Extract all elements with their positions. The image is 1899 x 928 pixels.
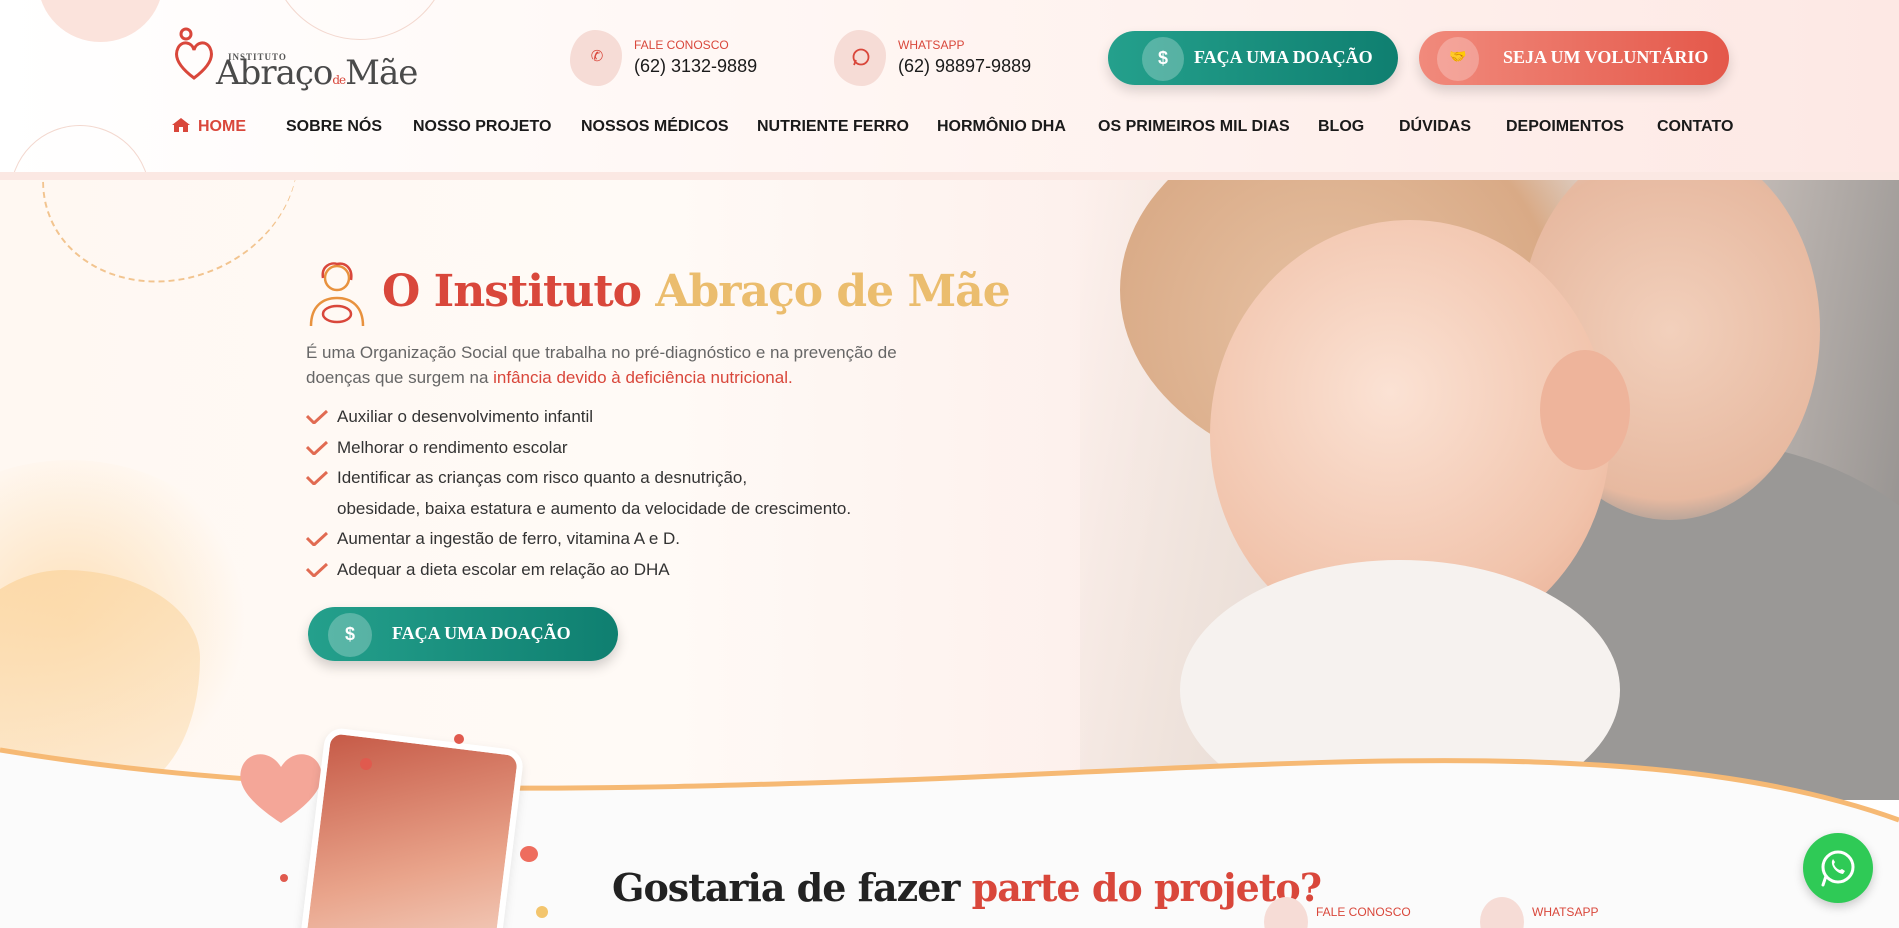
decorative-dot [454, 734, 464, 744]
list-item-text: Adequar a dieta escolar em relação ao DH… [337, 559, 670, 579]
mother-hug-icon [309, 262, 365, 327]
list-item: Adequar a dieta escolar em relação ao DH… [306, 555, 946, 586]
list-item-continuation: obesidade, baixa estatura e aumento da v… [306, 494, 946, 525]
phone-number: (62) 3132-9889 [634, 56, 758, 76]
header-whatsapp-contact[interactable]: WHATSAPP (62) 98897-9889 [834, 26, 1044, 90]
site-header: INSTITUTO AbraçodeMãe ✆ FALE CONOSCO (62… [0, 0, 1899, 172]
hero-description-highlight: infância devido à deficiência nutriciona… [493, 368, 793, 387]
hero-donate-button-label: FAÇA UMA DOAÇÃO [392, 623, 571, 643]
list-item-text: Auxiliar o desenvolvimento infantil [337, 407, 594, 426]
logo-brand-text: AbraçodeMãe [216, 53, 418, 93]
decorative-dashed-curve [10, 180, 330, 318]
check-icon [306, 562, 328, 577]
phone-icon: ✆ [570, 30, 622, 86]
header-phone-contact[interactable]: ✆ FALE CONOSCO (62) 3132-9889 [570, 26, 770, 90]
nav-item-primeiros-mil-dias[interactable]: OS PRIMEIROS MIL DIAS [1098, 118, 1290, 136]
donate-button[interactable]: $ FAÇA UMA DOAÇÃO [1108, 31, 1398, 85]
nav-item-home[interactable]: HOME [172, 118, 246, 136]
nav-item-nosso-projeto[interactable]: NOSSO PROJETO [413, 118, 551, 136]
check-icon [306, 440, 328, 455]
volunteer-button-label: SEJA UM VOLUNTÁRIO [1503, 47, 1709, 67]
whatsapp-icon [1480, 897, 1524, 928]
phone-label: FALE CONOSCO [634, 38, 729, 52]
check-icon [306, 410, 328, 424]
lower-phone-label: FALE CONOSCO [1316, 905, 1411, 919]
floating-whatsapp-button[interactable] [1803, 833, 1873, 903]
decorative-dot [360, 758, 372, 770]
hero-title-part1: O Instituto [382, 266, 642, 317]
whatsapp-icon [1821, 850, 1855, 887]
list-item-text: Melhorar o rendimento escolar [337, 437, 568, 457]
handshake-icon: 🤝 [1437, 37, 1479, 81]
list-item: Aumentar a ingestão de ferro, vitamina A… [306, 524, 946, 555]
list-item-text: Aumentar a ingestão de ferro, vitamina A… [337, 529, 681, 548]
lower-whatsapp-label: WHATSAPP [1532, 905, 1599, 919]
dollar-icon: $ [328, 613, 372, 657]
site-logo[interactable]: INSTITUTO AbraçodeMãe [172, 26, 422, 93]
decorative-dot [536, 906, 548, 918]
nav-item-duvidas[interactable]: DÚVIDAS [1399, 118, 1471, 136]
nav-item-hormonio-dha[interactable]: HORMÔNIO DHA [937, 118, 1066, 136]
hero-donate-button[interactable]: $ FAÇA UMA DOAÇÃO [308, 607, 618, 661]
list-item-text: obesidade, baixa estatura e aumento da v… [337, 498, 852, 518]
lower-whatsapp-contact[interactable]: WHATSAPP [1480, 897, 1630, 928]
nav-item-nossos-medicos[interactable]: NOSSOS MÉDICOS [581, 118, 729, 136]
nav-item-sobre-nos[interactable]: SOBRE NÓS [286, 118, 382, 136]
header-divider [0, 172, 1899, 180]
decorative-dot [520, 846, 538, 862]
phone-icon [1264, 897, 1308, 928]
lower-section-title: Gostaria de fazer parte do projeto? [612, 865, 1322, 910]
home-icon [172, 118, 190, 132]
heart-logo-icon [175, 27, 213, 80]
nav-item-contato[interactable]: CONTATO [1657, 118, 1733, 136]
hero-title: O Instituto Abraço de Mãe [382, 266, 1011, 317]
dollar-icon: $ [1142, 37, 1184, 81]
lower-photo-mother-baby [299, 726, 525, 928]
list-item-text: Identificar as crianças com risco quanto… [337, 468, 748, 487]
check-icon [306, 532, 328, 546]
nav-item-depoimentos[interactable]: DEPOIMENTOS [1506, 118, 1624, 136]
nav-item-label: HOME [198, 118, 246, 135]
heart-decoration-icon [240, 754, 322, 823]
decorative-blob [38, 0, 163, 42]
volunteer-button[interactable]: 🤝 SEJA UM VOLUNTÁRIO [1419, 31, 1729, 85]
list-item: Melhorar o rendimento escolar [306, 433, 946, 464]
decorative-circle [10, 125, 150, 172]
lower-title-part1: Gostaria de fazer [612, 865, 960, 910]
list-item: Identificar as crianças com risco quanto… [306, 463, 946, 494]
main-nav: HOME SOBRE NÓS NOSSO PROJETO NOSSOS MÉDI… [172, 118, 1733, 142]
lower-phone-contact[interactable]: FALE CONOSCO [1264, 897, 1424, 928]
nav-item-blog[interactable]: BLOG [1318, 118, 1364, 136]
hero-checklist: Auxiliar o desenvolvimento infantil Melh… [306, 402, 946, 585]
decorative-dot [280, 874, 288, 882]
nav-item-nutriente-ferro[interactable]: NUTRIENTE FERRO [757, 118, 909, 136]
donate-button-label: FAÇA UMA DOAÇÃO [1194, 47, 1373, 67]
whatsapp-label: WHATSAPP [898, 38, 965, 52]
whatsapp-number: (62) 98897-9889 [898, 56, 1032, 76]
hero-title-part2: Abraço de Mãe [655, 266, 1010, 317]
list-item: Auxiliar o desenvolvimento infantil [306, 402, 946, 433]
whatsapp-icon [834, 30, 886, 86]
check-icon [306, 471, 328, 485]
hero-description: É uma Organização Social que trabalha no… [306, 340, 946, 390]
